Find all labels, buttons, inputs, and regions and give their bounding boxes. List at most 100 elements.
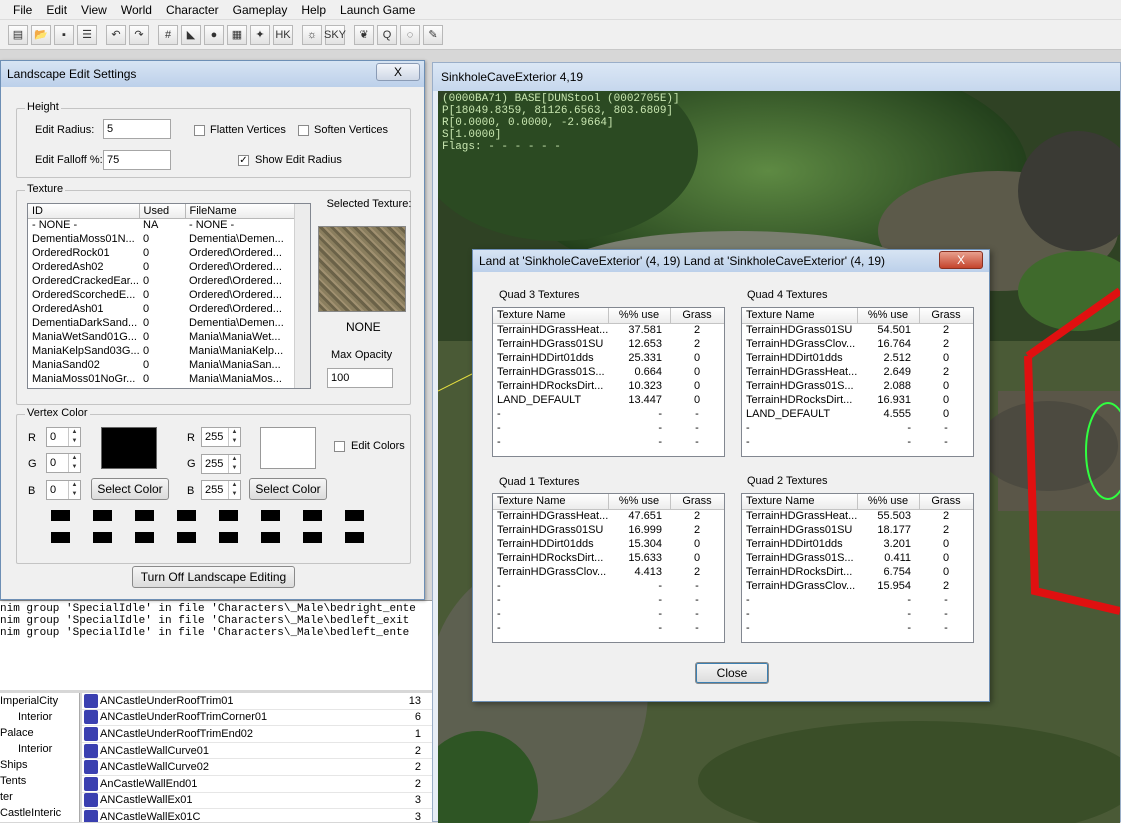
texture-list[interactable]: ID Used FileName - NONE - NA - NONE - Demen… — [27, 203, 311, 389]
column-header-id[interactable]: ID — [28, 204, 140, 219]
table-row[interactable]: TerrainHDRocksDirt... 10.323 0 — [493, 379, 724, 393]
table-row[interactable]: TerrainHDGrassHeat... 37.581 2 — [493, 323, 724, 337]
table-row[interactable]: TerrainHDDirt01dds 25.331 0 — [493, 351, 724, 365]
list-item[interactable]: ANCastleUnderRoofTrimCorner01 6 — [82, 710, 433, 727]
preset-color-swatch[interactable] — [219, 510, 238, 521]
table-row[interactable]: TerrainHDDirt01dds 2.512 0 — [742, 351, 973, 365]
table-row[interactable]: TerrainHDGrassClov... 4.413 2 — [493, 565, 724, 579]
pencil-icon[interactable]: ✎ — [423, 24, 443, 45]
column-header-texture-name[interactable]: Texture Name — [493, 494, 609, 510]
edit-falloff-input[interactable]: 75 — [103, 150, 171, 170]
list-item[interactable]: ANCastleWallEx01 3 — [82, 793, 433, 810]
quad1-table[interactable]: Texture Name%% use Grass TerrainHDGrassHea… — [492, 493, 725, 643]
tree-item[interactable]: Palace — [0, 725, 79, 741]
left-select-color-button[interactable]: Select Color — [91, 478, 169, 500]
spinner-arrows-icon[interactable]: ▲ ▼ — [228, 481, 240, 499]
flatten-vertices-checkbox[interactable] — [194, 125, 205, 136]
column-header-use[interactable]: %% use — [608, 308, 671, 324]
texture-row[interactable]: ManiaMoss01NoGr... 0 Mania\ManiaMos... — [28, 372, 296, 386]
close-land-dialog-button[interactable]: X — [939, 251, 983, 269]
preset-color-swatch[interactable] — [177, 532, 196, 543]
list-item[interactable]: ANCastleWallCurve02 2 — [82, 759, 433, 776]
new-icon[interactable]: ▤ — [8, 24, 28, 45]
table-row[interactable]: TerrainHDGrass01SU 54.501 2 — [742, 323, 973, 337]
preset-color-swatch[interactable] — [135, 532, 154, 543]
texture-row[interactable]: DementiaMoss01N... 0 Dementia\Demen... — [28, 232, 296, 246]
table-row[interactable]: TerrainHDGrassHeat... 55.503 2 — [742, 509, 973, 523]
menu-item-launch-game[interactable]: Launch Game — [333, 3, 422, 17]
column-header-use[interactable]: %% use — [608, 494, 671, 510]
list-item[interactable]: AnCastleWallEnd01 2 — [82, 776, 433, 793]
show-edit-radius-checkbox[interactable]: ✓ — [238, 155, 249, 166]
table-row[interactable]: TerrainHDGrass01SU 16.999 2 — [493, 523, 724, 537]
spinner-arrows-icon[interactable]: ▲ ▼ — [68, 454, 80, 472]
table-row[interactable]: TerrainHDGrass01SU 18.177 2 — [742, 523, 973, 537]
table-row[interactable]: TerrainHDGrassHeat... 2.649 2 — [742, 365, 973, 379]
tree-item[interactable]: ter — [0, 789, 79, 805]
table-row[interactable]: --- — [742, 621, 973, 635]
table-row[interactable]: TerrainHDGrass01S... 0.411 0 — [742, 551, 973, 565]
column-header-grass[interactable]: Grass — [919, 494, 973, 510]
tree-item[interactable]: Tents — [0, 773, 79, 789]
column-header-grass[interactable]: Grass — [919, 308, 973, 324]
texture-row[interactable]: - NONE - NA - NONE - — [28, 218, 296, 232]
table-row[interactable]: LAND_DEFAULT 13.447 0 — [493, 393, 724, 407]
save-icon[interactable]: ▪ — [54, 24, 74, 45]
texture-row[interactable]: DementiaDarkSand... 0 Dementia\Demen... — [28, 316, 296, 330]
table-row[interactable]: TerrainHDGrass01S... 0.664 0 — [493, 365, 724, 379]
menu-item-view[interactable]: View — [74, 3, 114, 17]
angle-icon[interactable]: ◣ — [181, 24, 201, 45]
column-header-grass[interactable]: Grass — [670, 494, 724, 510]
right-r-spinner[interactable]: 255 ▲ ▼ — [201, 427, 241, 447]
table-row[interactable]: --- — [742, 607, 973, 621]
column-header-filename[interactable]: FileName — [185, 204, 297, 219]
table-row[interactable]: TerrainHDDirt01dds 3.201 0 — [742, 537, 973, 551]
spinner-arrows-icon[interactable]: ▲ ▼ — [68, 481, 80, 499]
cell-tree[interactable]: ImperialCity Interior Palace Interior Ships T… — [0, 693, 80, 822]
tree-item[interactable]: ImperialCity — [0, 693, 79, 709]
tree-item[interactable]: Ships — [0, 757, 79, 773]
table-row[interactable]: --- — [742, 435, 973, 449]
column-header-used[interactable]: Used — [139, 204, 186, 219]
preset-color-swatch[interactable] — [93, 510, 112, 521]
quad3-table[interactable]: Texture Name%% use Grass TerrainHDGrassHea… — [492, 307, 725, 457]
tree-item[interactable]: Interior — [0, 709, 79, 725]
table-row[interactable]: --- — [493, 407, 724, 421]
table-row[interactable]: TerrainHDRocksDirt... 15.633 0 — [493, 551, 724, 565]
redo-icon[interactable]: ↷ — [129, 24, 149, 45]
bulb-icon[interactable]: ☼ — [302, 24, 322, 45]
left-b-spinner[interactable]: 0 ▲ ▼ — [46, 480, 81, 500]
table-row[interactable]: --- — [493, 579, 724, 593]
right-b-spinner[interactable]: 255 ▲ ▼ — [201, 480, 241, 500]
table-row[interactable]: --- — [493, 421, 724, 435]
landscape-icon[interactable]: ● — [204, 24, 224, 45]
table-row[interactable]: --- — [742, 593, 973, 607]
terrain-icon[interactable]: ▦ — [227, 24, 247, 45]
spinner-arrows-icon[interactable]: ▲ ▼ — [68, 428, 80, 446]
column-header-grass[interactable]: Grass — [670, 308, 724, 324]
preset-color-swatch[interactable] — [345, 532, 364, 543]
spinner-arrows-icon[interactable]: ▲ ▼ — [228, 455, 240, 473]
menu-item-gameplay[interactable]: Gameplay — [226, 3, 295, 17]
table-row[interactable]: TerrainHDRocksDirt... 6.754 0 — [742, 565, 973, 579]
table-row[interactable]: --- — [493, 435, 724, 449]
texture-row[interactable]: OrderedScorchedE... 0 Ordered\Ordered... — [28, 288, 296, 302]
undo-icon[interactable]: ↶ — [106, 24, 126, 45]
preset-color-swatch[interactable] — [303, 532, 322, 543]
object-list[interactable]: ANCastleUnderRoofTrim01 13 ANCastleUnderRo… — [82, 693, 433, 822]
lights-icon[interactable]: ✦ — [250, 24, 270, 45]
texture-row[interactable]: OrderedRock01 0 Ordered\Ordered... — [28, 246, 296, 260]
list-item[interactable]: ANCastleUnderRoofTrim01 13 — [82, 693, 433, 710]
column-header-texture-name[interactable]: Texture Name — [742, 494, 858, 510]
table-row[interactable]: --- — [742, 421, 973, 435]
right-select-color-button[interactable]: Select Color — [249, 478, 327, 500]
list-item[interactable]: ANCastleWallCurve01 2 — [82, 743, 433, 760]
soften-vertices-checkbox[interactable] — [298, 125, 309, 136]
edit-colors-checkbox[interactable] — [334, 441, 345, 452]
edit-radius-input[interactable]: 5 — [103, 119, 171, 139]
table-row[interactable]: TerrainHDDirt01dds 15.304 0 — [493, 537, 724, 551]
left-g-spinner[interactable]: 0 ▲ ▼ — [46, 453, 81, 473]
column-header-texture-name[interactable]: Texture Name — [493, 308, 609, 324]
dialogue-icon[interactable]: ◌ — [400, 24, 420, 45]
right-g-spinner[interactable]: 255 ▲ ▼ — [201, 454, 241, 474]
